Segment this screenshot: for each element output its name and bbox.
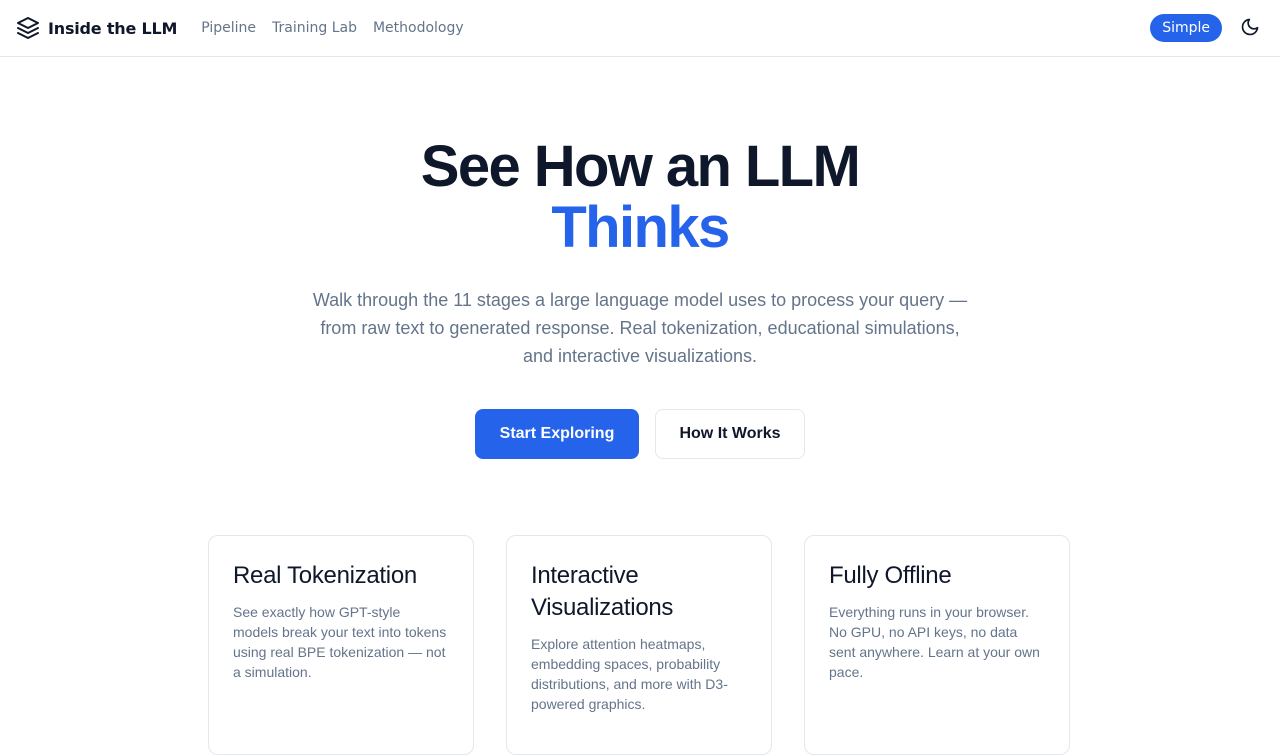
feature-card-text: Explore attention heatmaps, embedding sp… bbox=[531, 636, 728, 712]
hero-subtitle: Walk through the 11 stages a large langu… bbox=[312, 290, 968, 366]
hero-section: See How an LLM Thinks Walk through the 1… bbox=[0, 136, 1280, 459]
layers-icon bbox=[16, 16, 40, 40]
theme-toggle-button[interactable] bbox=[1236, 14, 1264, 42]
feature-card-title: Interactive Visualizations bbox=[531, 562, 674, 621]
how-it-works-button[interactable]: How It Works bbox=[655, 409, 805, 459]
feature-card-title: Fully Offline bbox=[829, 562, 952, 589]
nav-link-training-lab[interactable]: Training Lab bbox=[272, 20, 357, 36]
feature-card-tokenization: Real Tokenization See exactly how GPT-st… bbox=[208, 535, 474, 755]
feature-cards: Real Tokenization See exactly how GPT-st… bbox=[208, 535, 1070, 755]
feature-card-title: Real Tokenization bbox=[233, 562, 417, 589]
start-exploring-button[interactable]: Start Exploring bbox=[475, 409, 639, 459]
top-nav-bar: Inside the LLM Pipeline Training Lab Met… bbox=[0, 0, 1280, 57]
feature-card-text: Everything runs in your browser. No GPU,… bbox=[829, 604, 1040, 680]
main-nav: Pipeline Training Lab Methodology bbox=[201, 20, 463, 36]
nav-link-pipeline[interactable]: Pipeline bbox=[201, 20, 256, 36]
feature-card-visualizations: Interactive Visualizations Explore atten… bbox=[506, 535, 772, 755]
hero-title-line1: See How an LLM bbox=[420, 134, 861, 199]
hero-title-highlight: Thinks bbox=[551, 195, 730, 260]
hero-title: See How an LLM Thinks bbox=[0, 136, 1280, 258]
brand-name: Inside the LLM bbox=[48, 18, 178, 38]
mode-toggle-button[interactable]: Simple bbox=[1150, 14, 1222, 42]
feature-card-offline: Fully Offline Everything runs in your br… bbox=[804, 535, 1070, 755]
brand-link[interactable]: Inside the LLM bbox=[16, 16, 177, 40]
nav-link-methodology[interactable]: Methodology bbox=[373, 20, 464, 36]
header-actions: Simple bbox=[1150, 14, 1264, 42]
hero-cta-group: Start Exploring How It Works bbox=[0, 409, 1280, 459]
feature-card-text: See exactly how GPT-style models break y… bbox=[233, 604, 447, 680]
moon-icon bbox=[1240, 17, 1260, 40]
